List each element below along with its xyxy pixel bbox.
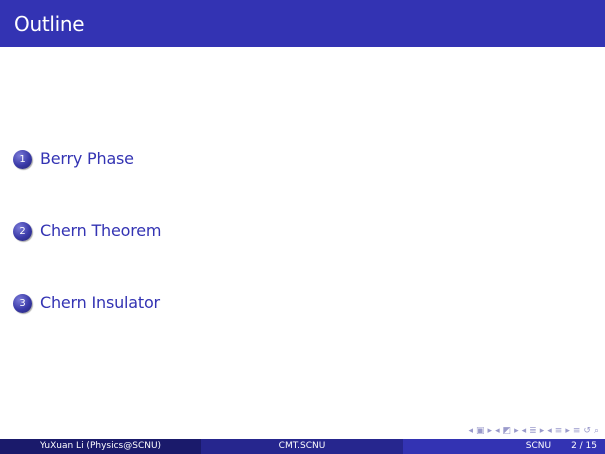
- nav-document-icon[interactable]: ≡: [555, 425, 563, 437]
- footer-author: YuXuan Li (Physics@SCNU): [0, 439, 201, 454]
- nav-section-icon[interactable]: ≣: [529, 425, 537, 437]
- nav-frame-icon[interactable]: ▣: [476, 425, 485, 437]
- outline-item-label: Chern Theorem: [40, 221, 162, 240]
- nav-prev-arrow-icon[interactable]: ◂: [547, 425, 552, 437]
- outline-item[interactable]: 2 Chern Theorem: [13, 219, 161, 243]
- nav-subsection-icon[interactable]: ◩: [503, 425, 512, 437]
- frame-title: Outline: [14, 12, 85, 36]
- footer-institute: SCNU: [525, 441, 552, 451]
- nav-align-icon[interactable]: ≡: [573, 425, 581, 437]
- outline-item-label: Berry Phase: [40, 149, 134, 168]
- item-number-ball-icon: 3: [13, 293, 32, 313]
- nav-back-icon[interactable]: ↺: [583, 425, 591, 437]
- outline-item[interactable]: 3 Chern Insulator: [13, 291, 160, 315]
- nav-next-arrow-icon[interactable]: ▸: [540, 425, 545, 437]
- nav-prev-arrow-icon[interactable]: ◂: [495, 425, 500, 437]
- slide: Outline 1 Berry Phase 2 Chern Theorem 3 …: [0, 0, 605, 454]
- footer-right-box: SCNU 2 / 15: [403, 439, 605, 454]
- outline-item[interactable]: 1 Berry Phase: [13, 147, 134, 171]
- nav-search-icon[interactable]: ⌕: [594, 425, 599, 437]
- footer-short-title: CMT.SCNU: [201, 439, 403, 454]
- nav-next-arrow-icon[interactable]: ▸: [488, 425, 493, 437]
- nav-prev-arrow-icon[interactable]: ◂: [522, 425, 527, 437]
- outline-item-label: Chern Insulator: [40, 293, 160, 312]
- footline: YuXuan Li (Physics@SCNU) CMT.SCNU SCNU 2…: [0, 439, 605, 454]
- footer-page-number: 2 / 15: [571, 441, 597, 451]
- nav-prev-arrow-icon[interactable]: ◂: [468, 425, 473, 437]
- item-number-ball-icon: 2: [13, 221, 32, 241]
- item-number-ball-icon: 1: [13, 149, 32, 169]
- frame-title-bar: Outline: [0, 0, 605, 47]
- nav-next-arrow-icon[interactable]: ▸: [565, 425, 570, 437]
- navigation-symbols: ◂ ▣ ▸ ◂ ◩ ▸ ◂ ≣ ▸ ◂ ≡ ▸ ≡ ↺ ⌕: [468, 424, 599, 438]
- nav-next-arrow-icon[interactable]: ▸: [514, 425, 519, 437]
